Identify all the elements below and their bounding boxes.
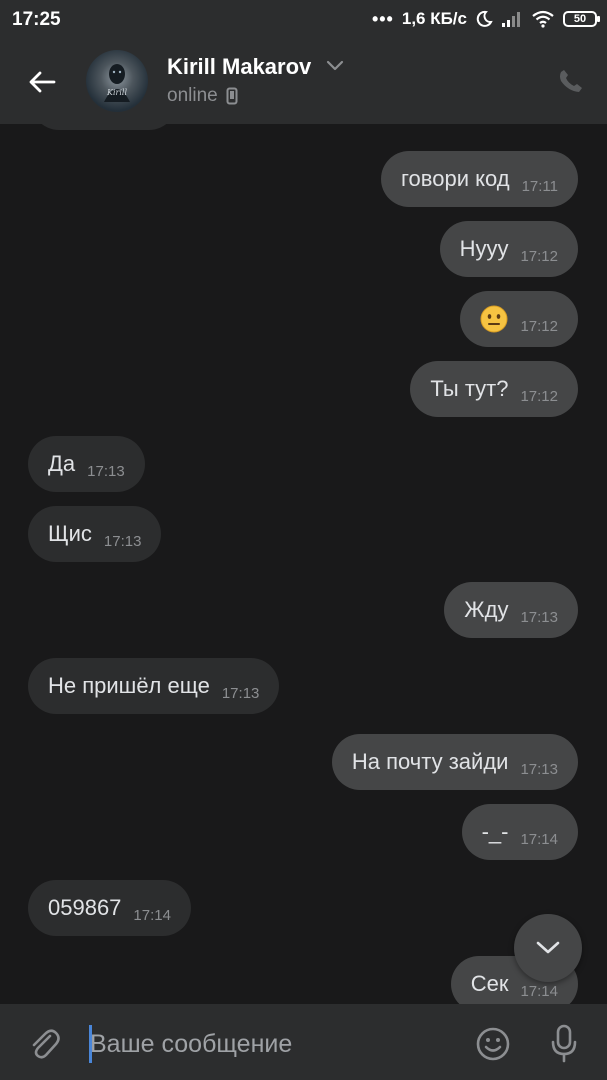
voice-message-button[interactable] bbox=[544, 1023, 584, 1065]
message-bubble-outgoing[interactable]: Ты тут? 17:12 bbox=[410, 361, 578, 417]
chevron-down-icon[interactable] bbox=[326, 60, 344, 72]
call-button[interactable] bbox=[555, 65, 587, 97]
message-bubble-incoming[interactable] bbox=[31, 124, 177, 130]
message-text: Не пришёл еще bbox=[48, 673, 210, 698]
moon-icon bbox=[476, 10, 493, 27]
online-status-text: online bbox=[167, 85, 218, 106]
chevron-down-icon bbox=[536, 941, 560, 954]
notification-dots: ••• bbox=[371, 9, 394, 29]
message-bubble-outgoing[interactable]: Нууу 17:12 bbox=[439, 221, 578, 277]
emoji-button[interactable] bbox=[473, 1024, 513, 1064]
message-text: На почту зайди bbox=[351, 749, 509, 774]
arrow-left-icon bbox=[29, 71, 56, 93]
message-bubble-incoming[interactable]: 059867 17:14 bbox=[28, 880, 191, 936]
message-text: Ты тут? bbox=[430, 376, 509, 401]
status-bar: 17:25 ••• 1,6 КБ/с 50 bbox=[0, 0, 607, 38]
message-bubble-incoming[interactable]: Да 17:13 bbox=[28, 436, 145, 492]
microphone-icon bbox=[551, 1024, 577, 1063]
message-bubble-incoming[interactable]: Щис 17:13 bbox=[28, 506, 162, 562]
chat-header: Kirill Kirill Makarov online bbox=[0, 38, 607, 124]
network-speed: 1,6 КБ/с bbox=[401, 9, 467, 28]
message-bubble-outgoing[interactable]: На почту зайди 17:13 bbox=[331, 734, 578, 790]
message-time: 17:13 bbox=[520, 760, 558, 778]
message-time: 17:14 bbox=[520, 830, 558, 848]
avatar[interactable]: Kirill bbox=[86, 50, 148, 112]
message-text: Нууу bbox=[459, 236, 509, 261]
message-time: 17:13 bbox=[221, 684, 260, 702]
message-bubble-outgoing[interactable]: Жду 17:13 bbox=[444, 582, 578, 638]
avatar-signature: Kirill bbox=[106, 88, 128, 97]
message-bubble-outgoing[interactable]: -_- 17:14 bbox=[461, 804, 578, 860]
message-time: 17:14 bbox=[133, 906, 171, 924]
message-text: Щис bbox=[48, 521, 92, 546]
message-list[interactable]: говори код 17:11 Нууу 17:12 17:12 Ты тут… bbox=[0, 124, 607, 1004]
signal-icon bbox=[502, 12, 520, 27]
phone-icon bbox=[560, 70, 582, 92]
contact-status: online bbox=[167, 85, 238, 107]
message-composer bbox=[0, 1004, 607, 1080]
message-text: -_- bbox=[481, 819, 509, 844]
message-time: 17:13 bbox=[520, 608, 558, 626]
message-text: Сек bbox=[470, 971, 509, 996]
status-time: 17:25 bbox=[12, 9, 61, 30]
message-text: говори код bbox=[401, 166, 510, 191]
message-time: 17:13 bbox=[87, 462, 125, 480]
message-time: 17:12 bbox=[520, 247, 558, 265]
message-time: 17:12 bbox=[520, 387, 558, 405]
message-input[interactable] bbox=[90, 1022, 450, 1066]
message-text: Да bbox=[48, 451, 76, 476]
message-bubble-outgoing[interactable]: говори код 17:11 bbox=[381, 151, 578, 207]
message-time: 17:14 bbox=[520, 982, 558, 1000]
message-bubble-outgoing[interactable]: 17:12 bbox=[460, 291, 578, 347]
message-text: Жду bbox=[464, 597, 509, 622]
message-time: 17:12 bbox=[520, 317, 558, 335]
smiley-icon bbox=[476, 1027, 510, 1061]
battery-indicator: 50 bbox=[563, 11, 600, 27]
contact-name[interactable]: Kirill Makarov bbox=[167, 54, 311, 80]
back-button[interactable] bbox=[20, 60, 64, 104]
wifi-icon bbox=[532, 10, 554, 28]
neutral-face-emoji-icon bbox=[480, 305, 508, 333]
paperclip-icon bbox=[32, 1029, 60, 1059]
mobile-device-icon bbox=[226, 87, 238, 105]
status-indicators: ••• 1,6 КБ/с 50 bbox=[371, 8, 600, 30]
attach-button[interactable] bbox=[24, 1024, 64, 1064]
message-text: 059867 bbox=[48, 895, 122, 920]
message-time: 17:11 bbox=[521, 177, 558, 195]
scroll-to-bottom-button[interactable] bbox=[514, 914, 582, 982]
message-time: 17:13 bbox=[103, 532, 142, 550]
message-bubble-incoming[interactable]: Не пришёл еще 17:13 bbox=[28, 658, 280, 714]
avatar-figure-icon bbox=[104, 64, 130, 102]
